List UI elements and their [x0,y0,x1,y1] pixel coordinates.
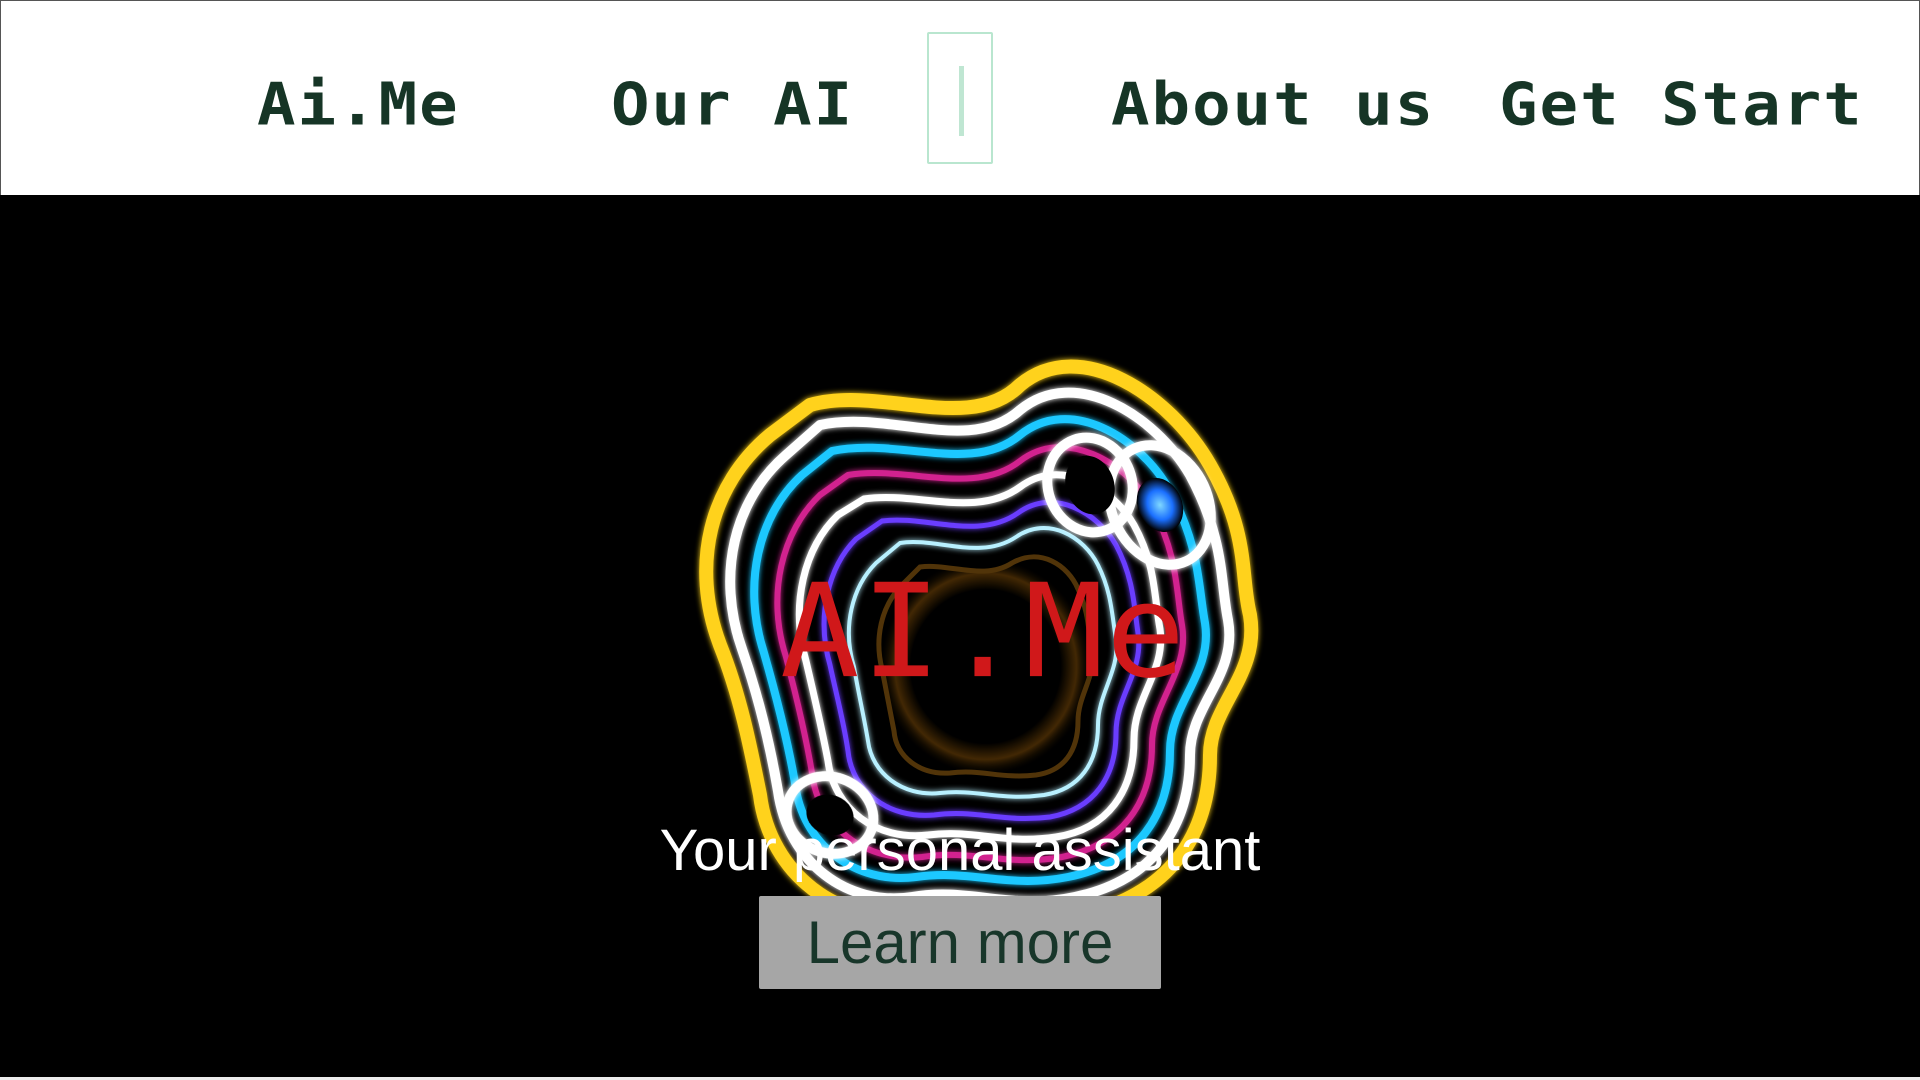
nav-brand-link[interactable]: Ai.Me [257,72,460,138]
nav-center-box-icon[interactable] [927,32,993,164]
top-navbar: Ai.Me Our AI About us Get Start [0,0,1920,195]
hero-title: AI.Me [780,556,1188,708]
nav-item-get-start[interactable]: Get Start [1499,72,1864,138]
learn-more-button[interactable]: Learn more [759,896,1161,989]
hero-tagline: Your personal assistant [659,818,1261,883]
page: Ai.Me Our AI About us Get Start AI.Me Yo… [0,0,1920,1080]
nav-item-about-us[interactable]: About us [1111,72,1435,138]
nav-item-our-ai[interactable]: Our AI [611,72,854,138]
hero-section: AI.Me Your personal assistant Learn more [0,195,1920,1080]
vertical-bar-icon [959,66,964,136]
